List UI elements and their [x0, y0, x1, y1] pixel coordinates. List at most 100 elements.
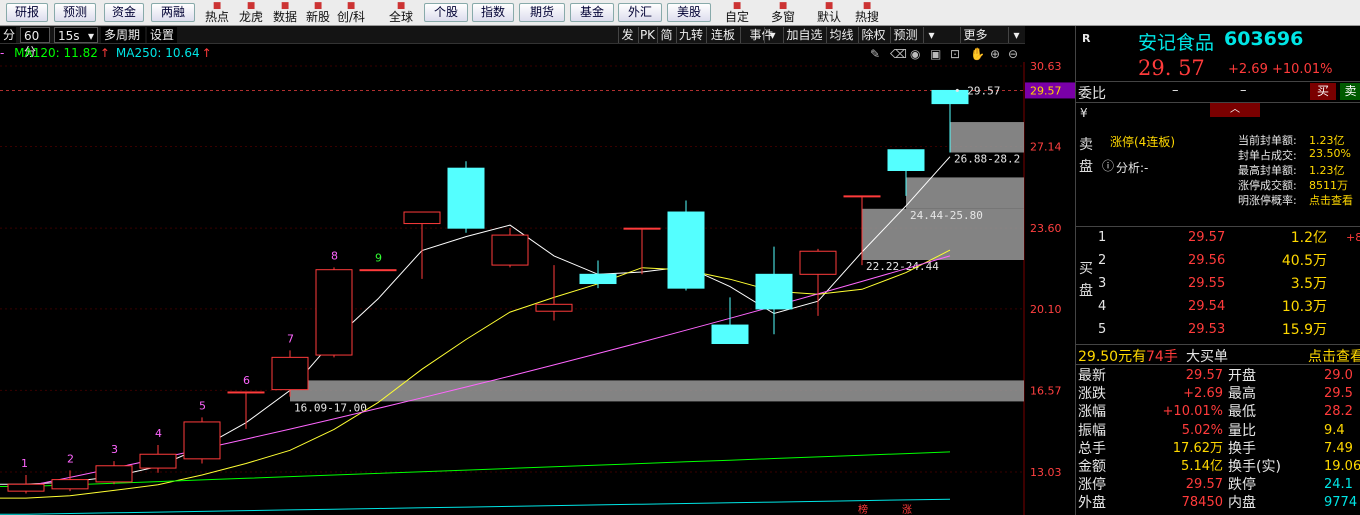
kline-chart[interactable]: 30.63 29.57 27.14 23.60 20.10 16.57 13.03 16.09… — [0, 62, 1075, 515]
nav-icon-item-7[interactable]: ■ 自定 — [720, 1, 754, 25]
nav-icon-item-10[interactable]: ■ 热搜 — [850, 1, 884, 25]
market-button-5[interactable]: 外汇 — [618, 3, 662, 22]
candle[interactable] — [183, 417, 221, 464]
chevron-down-icon[interactable]: ▾ — [923, 27, 939, 43]
candle[interactable] — [447, 161, 485, 233]
sequence-counter: 9 — [375, 252, 382, 265]
divider — [1076, 81, 1360, 82]
bid-row[interactable]: 3 29.55 3.5万 — [1076, 273, 1360, 295]
candle[interactable] — [711, 297, 749, 345]
chart-toolbar-item-8[interactable]: 均线 — [826, 27, 856, 43]
zoom-in-icon[interactable]: ⊕ — [990, 46, 1000, 62]
chart-toolbar-item-2[interactable]: PK — [638, 27, 656, 43]
stat-row: 最新 29.57 开盘 29.0 — [1076, 367, 1360, 385]
period-60min-tab[interactable]: 60分 — [20, 27, 50, 59]
candle[interactable] — [359, 269, 397, 272]
nav-button-3[interactable]: 资金 — [104, 3, 144, 22]
lock-icon[interactable]: ⊡ — [950, 46, 960, 62]
big-order-qty: 74手 — [1146, 349, 1178, 365]
stat-value: 19.06 — [1324, 459, 1360, 474]
candle[interactable] — [271, 350, 309, 397]
candle-body — [139, 453, 177, 469]
chart-toolbar-item-3[interactable]: 简 — [657, 27, 675, 43]
candle-body — [95, 465, 133, 483]
nav-button-2[interactable]: 预测 — [54, 3, 96, 22]
ma-legend: - MA120: 11.82 ↑ MA250: 10.64 ↑ — [0, 45, 218, 61]
candle-body — [271, 356, 309, 391]
market-button-6[interactable]: 美股 — [667, 3, 711, 22]
nav-icon-label: 龙虎 — [238, 10, 263, 24]
nav-icon-item-4[interactable]: ■ 新股 — [301, 1, 335, 25]
market-button-1[interactable]: 个股 — [424, 3, 468, 22]
stock-change-pct: +10.01% — [1272, 62, 1333, 77]
candle-body — [579, 273, 617, 285]
candle[interactable] — [755, 246, 793, 335]
chart-toolbar-item-11[interactable]: 更多 — [960, 27, 990, 43]
eraser-icon[interactable]: ⌫ — [890, 46, 907, 62]
collapse-chevron-up-icon[interactable]: ︿ — [1210, 103, 1260, 117]
bid-extra: +8 — [1346, 231, 1360, 244]
nav-icon-item-8[interactable]: ■ 多窗 — [766, 1, 800, 25]
analysis-text[interactable]: 分析:- — [1116, 159, 1148, 176]
market-button-3[interactable]: 期货 — [519, 3, 565, 22]
bid-row[interactable]: 5 29.53 15.9万 — [1076, 319, 1360, 341]
chart-toolbar-item-10[interactable]: 预测 — [890, 27, 920, 43]
bid-row[interactable]: 4 29.54 10.3万 — [1076, 296, 1360, 318]
candle[interactable] — [623, 227, 661, 275]
interval-select[interactable]: 15s ▾ — [54, 27, 98, 43]
multi-period-button[interactable]: 多周期 — [101, 27, 145, 43]
nav-icon-item-3[interactable]: ■ 数据 — [268, 1, 302, 25]
chart-toolbar-item-5[interactable]: 连板 — [706, 27, 739, 43]
candle-body — [623, 227, 661, 230]
candle[interactable] — [579, 260, 617, 289]
period-short-tab[interactable]: 分 — [0, 27, 16, 43]
stat-label: 外盘 — [1078, 495, 1106, 512]
eye-icon[interactable]: ◉ — [910, 46, 920, 62]
nav-button-1[interactable]: 研报 — [6, 3, 48, 22]
big-order-link[interactable]: 点击查看 — [1308, 346, 1360, 366]
chevron-down-icon[interactable]: ▾ — [1008, 27, 1024, 43]
nav-icon-item-6[interactable]: ■ 全球 — [384, 1, 418, 25]
stat-value: +2.69 — [1183, 386, 1223, 402]
candle[interactable] — [315, 267, 353, 358]
bid-row[interactable]: 2 29.56 40.5万 — [1076, 250, 1360, 272]
bid-volume: 10.3万 — [1281, 299, 1327, 315]
limit-info-value[interactable]: 点击查看 — [1309, 192, 1353, 208]
nav-icon-item-5[interactable]: ■ 创/科 — [334, 1, 368, 25]
bottom-event-mark[interactable]: 榜 — [858, 503, 868, 515]
candle[interactable] — [95, 461, 133, 485]
buy-button[interactable]: 买 — [1310, 83, 1336, 100]
bid-row[interactable]: 1 29.57 1.2亿 +8 — [1076, 227, 1360, 249]
candle[interactable] — [535, 265, 573, 321]
chart-toolbar-item-7[interactable]: 加自选 — [783, 27, 825, 43]
nav-button-4[interactable]: 两融 — [151, 3, 195, 22]
chart-toolbar-item-1[interactable]: 发 — [618, 27, 636, 43]
bottom-event-mark[interactable]: 涨 — [902, 504, 912, 515]
zoom-out-icon[interactable]: ⊖ — [1008, 46, 1018, 62]
ma-legend-dash: - — [0, 46, 5, 60]
nav-icon-item-1[interactable]: ■ 热点 — [200, 1, 234, 25]
chevron-down-icon[interactable]: ▾ — [764, 27, 780, 43]
market-button-2[interactable]: 指数 — [472, 3, 514, 22]
nav-icon-item-9[interactable]: ■ 默认 — [812, 1, 846, 25]
candle[interactable] — [51, 470, 89, 492]
sell-button[interactable]: 卖 — [1340, 83, 1360, 100]
trash-icon[interactable]: ▣ — [930, 46, 941, 62]
gap-zone — [950, 122, 1024, 153]
candle[interactable] — [139, 445, 177, 473]
stat-value: 28.2 — [1324, 404, 1353, 420]
nav-icon-item-2[interactable]: ■ 龙虎 — [234, 1, 268, 25]
settings-button[interactable]: 设置 — [147, 27, 177, 43]
candle[interactable] — [227, 391, 265, 429]
chart-toolbar-item-9[interactable]: 除权 — [858, 27, 888, 43]
candle[interactable] — [667, 200, 705, 291]
market-button-4[interactable]: 基金 — [570, 3, 614, 22]
stat-value: 9.4 — [1324, 422, 1345, 438]
gap-zone-label: 26.88-28.2 — [954, 153, 1020, 166]
pencil-icon[interactable]: ✎ — [870, 46, 880, 62]
candle[interactable] — [403, 211, 441, 279]
hand-icon[interactable]: ✋ — [970, 46, 985, 62]
candle[interactable] — [7, 474, 45, 494]
candle[interactable] — [799, 248, 837, 316]
chart-toolbar-item-4[interactable]: 九转 — [676, 27, 705, 43]
